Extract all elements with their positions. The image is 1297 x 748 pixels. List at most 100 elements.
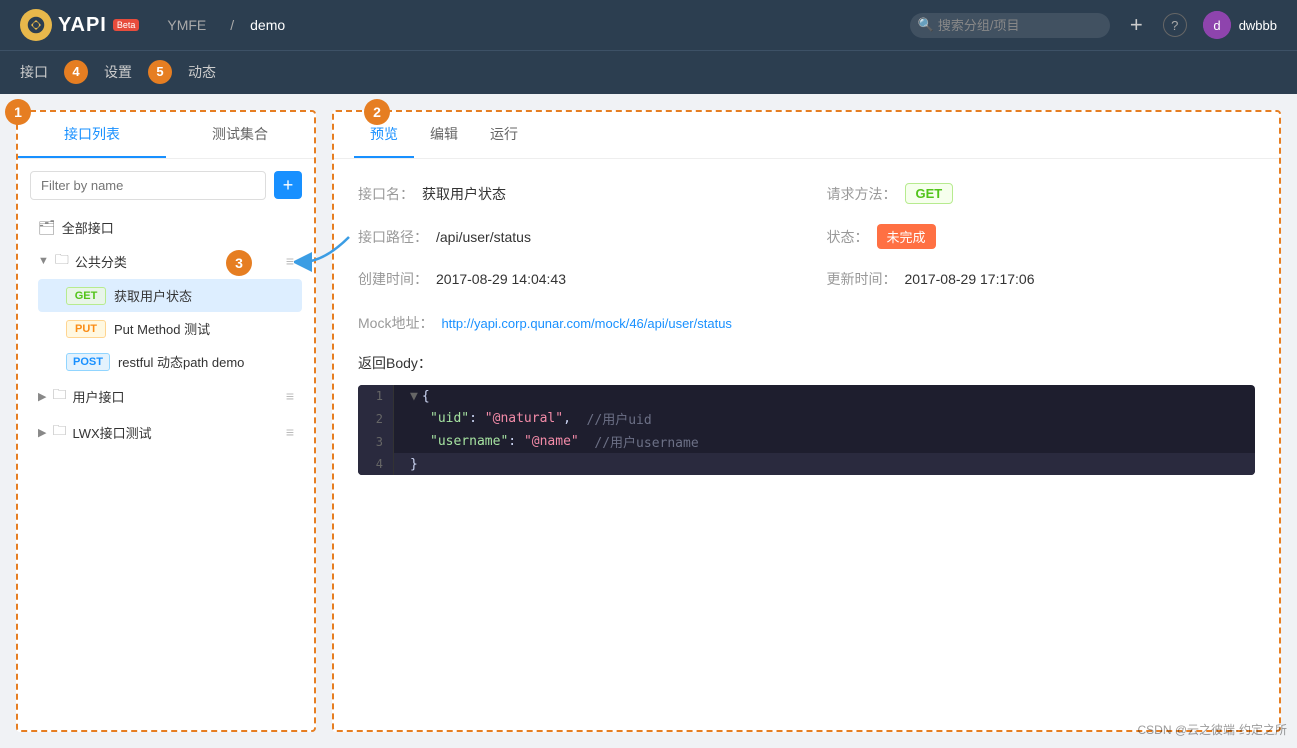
mock-link[interactable]: http://yapi.corp.qunar.com/mock/46/api/u… (441, 316, 731, 331)
mock-label: Mock地址： (358, 313, 433, 333)
svg-text:d: d (1213, 18, 1220, 33)
mock-row: Mock地址： http://yapi.corp.qunar.com/mock/… (358, 313, 1255, 333)
method-value: GET (905, 183, 954, 204)
folder-icon-user: 🗀 (52, 384, 66, 408)
api-item-put-method[interactable]: PUT Put Method 测试 (38, 312, 302, 345)
tree-item-public-group[interactable]: ▼ 🗀 公共分类 ≡ (30, 243, 302, 279)
watermark: CSDN @云之彼端·约定之所 (1137, 721, 1287, 738)
beta-badge: Beta (113, 19, 140, 31)
line-content-4: } (394, 453, 1255, 475)
tab-edit[interactable]: 编辑 (414, 112, 474, 158)
code-line-1: 1 ▼ { (358, 385, 1255, 407)
method-label: 请求方法： (827, 184, 897, 204)
updated-value: 2017-08-29 17:17:06 (905, 271, 1035, 287)
api-name-get-user-status: 获取用户状态 (114, 286, 192, 305)
info-row-updated: 更新时间： 2017-08-29 17:17:06 (827, 269, 1256, 289)
badge-2: 2 (364, 99, 390, 125)
help-icon[interactable]: ? (1163, 13, 1187, 37)
filter-input[interactable] (30, 171, 266, 200)
line-num-3: 3 (358, 430, 394, 453)
path-value: /api/user/status (436, 229, 531, 245)
expand-icon-lwx: ▶ (38, 426, 46, 439)
right-panel: 2 预览 编辑 运行 接口名： (332, 110, 1281, 732)
user-group-menu-icon[interactable]: ≡ (286, 388, 294, 404)
breadcrumb-org: YMFE (167, 17, 206, 33)
lwx-group-label: LWX接口测试 (72, 423, 151, 442)
subnav-label-jiekou: 接口 (20, 64, 48, 80)
return-body-label: 返回Body： (358, 353, 1255, 373)
comment-uid: //用户uid (571, 409, 652, 428)
badge-4: 4 (64, 60, 88, 84)
filter-row: + (30, 171, 302, 200)
lwx-group-menu-icon[interactable]: ≡ (286, 424, 294, 440)
api-name-put-method: Put Method 测试 (114, 319, 210, 338)
user-group-label: 用户接口 (72, 387, 124, 406)
folder-icon-public: 🗀 (55, 249, 69, 273)
info-row-status: 状态： 未完成 (827, 224, 1256, 249)
subnav-item-jiekou[interactable]: 接口 (20, 50, 48, 96)
subnav: 接口 4 设置 5 动态 (0, 50, 1297, 94)
line-content-2: "uid": "@natural", //用户uid (394, 407, 1255, 430)
method-get-badge: GET (66, 287, 106, 305)
search-wrapper: 🔍 (910, 13, 1110, 38)
method-put-badge: PUT (66, 320, 106, 338)
tree-item-lwx-group[interactable]: ▶ 🗀 LWX接口测试 ≡ (30, 414, 302, 450)
panel-body: + 🗂 全部接口 ▼ 🗀 公共分类 ≡ GET 获取用户状态 PUT (18, 159, 314, 462)
logo-area: YAPIBeta (20, 9, 139, 41)
status-label: 状态： (827, 227, 869, 247)
badge-1: 1 (5, 99, 31, 125)
line-num-2: 2 (358, 407, 394, 430)
content-body: 接口名： 获取用户状态 请求方法： GET 接口路径： /api/user/st… (334, 159, 1279, 499)
all-apis-label: 全部接口 (62, 218, 114, 237)
info-row-method: 请求方法： GET (827, 183, 1256, 204)
api-name-label: 接口名： (358, 184, 414, 204)
group-menu-icon[interactable]: ≡ (286, 253, 294, 269)
user-avatar-area[interactable]: d dwbbb (1203, 11, 1277, 39)
info-row-api-name: 接口名： 获取用户状态 (358, 183, 787, 204)
panel-tabs: 接口列表 测试集合 (18, 112, 314, 159)
badge-3: 3 (226, 250, 252, 276)
tree-item-all-apis[interactable]: 🗂 全部接口 (30, 212, 302, 243)
status-badge: 未完成 (877, 224, 936, 249)
search-icon: 🔍 (918, 17, 934, 33)
path-label: 接口路径： (358, 227, 428, 247)
info-grid: 接口名： 获取用户状态 请求方法： GET 接口路径： /api/user/st… (358, 183, 1255, 289)
subnav-label-shezhi: 设置 (104, 64, 132, 80)
info-row-path: 接口路径： /api/user/status (358, 224, 787, 249)
folder-icon-all: 🗂 (38, 219, 56, 236)
updated-label: 更新时间： (827, 269, 897, 289)
return-body-section: 返回Body： 1 ▼ { 2 "uid": "@natural", // (358, 353, 1255, 475)
line-num-4: 4 (358, 453, 394, 475)
username: dwbbb (1239, 18, 1277, 33)
logo-icon (20, 9, 52, 41)
expand-icon-user: ▶ (38, 390, 46, 403)
comment-username: //用户username (579, 432, 699, 451)
add-api-button[interactable]: + (274, 171, 302, 199)
tab-api-list[interactable]: 接口列表 (18, 112, 166, 158)
line-content-3: "username": "@name" //用户username (394, 430, 1255, 453)
left-panel: 1 3 接口列表 测试集合 + 🗂 全部接口 ▼ 🗀 (16, 110, 316, 732)
api-list-public: GET 获取用户状态 PUT Put Method 测试 POST restfu… (30, 279, 302, 378)
folder-icon-lwx: 🗀 (52, 420, 66, 444)
tab-run[interactable]: 运行 (474, 112, 534, 158)
api-name-value: 获取用户状态 (422, 184, 506, 204)
breadcrumb-sep: / (230, 17, 234, 33)
collapse-btn-1[interactable]: ▼ (410, 389, 418, 404)
tab-test-collection[interactable]: 测试集合 (166, 112, 314, 158)
subnav-label-dongtai: 动态 (188, 64, 216, 80)
main-area: 1 3 接口列表 测试集合 + 🗂 全部接口 ▼ 🗀 (0, 94, 1297, 748)
api-item-post-restful[interactable]: POST restful 动态path demo (38, 345, 302, 378)
info-row-created: 创建时间： 2017-08-29 14:04:43 (358, 269, 787, 289)
subnav-item-dongtai[interactable]: 5 动态 (156, 50, 216, 96)
line-num-1: 1 (358, 385, 394, 407)
api-item-get-user-status[interactable]: GET 获取用户状态 (38, 279, 302, 312)
tree-item-user-group[interactable]: ▶ 🗀 用户接口 ≡ (30, 378, 302, 414)
created-value: 2017-08-29 14:04:43 (436, 271, 566, 287)
created-label: 创建时间： (358, 269, 428, 289)
code-line-4: 4 } (358, 453, 1255, 475)
search-input[interactable] (910, 13, 1110, 38)
code-block: 1 ▼ { 2 "uid": "@natural", //用户uid (358, 385, 1255, 475)
plus-icon[interactable]: + (1126, 8, 1147, 42)
subnav-item-shezhi[interactable]: 4 设置 (72, 50, 132, 96)
api-name-post-restful: restful 动态path demo (118, 352, 244, 371)
